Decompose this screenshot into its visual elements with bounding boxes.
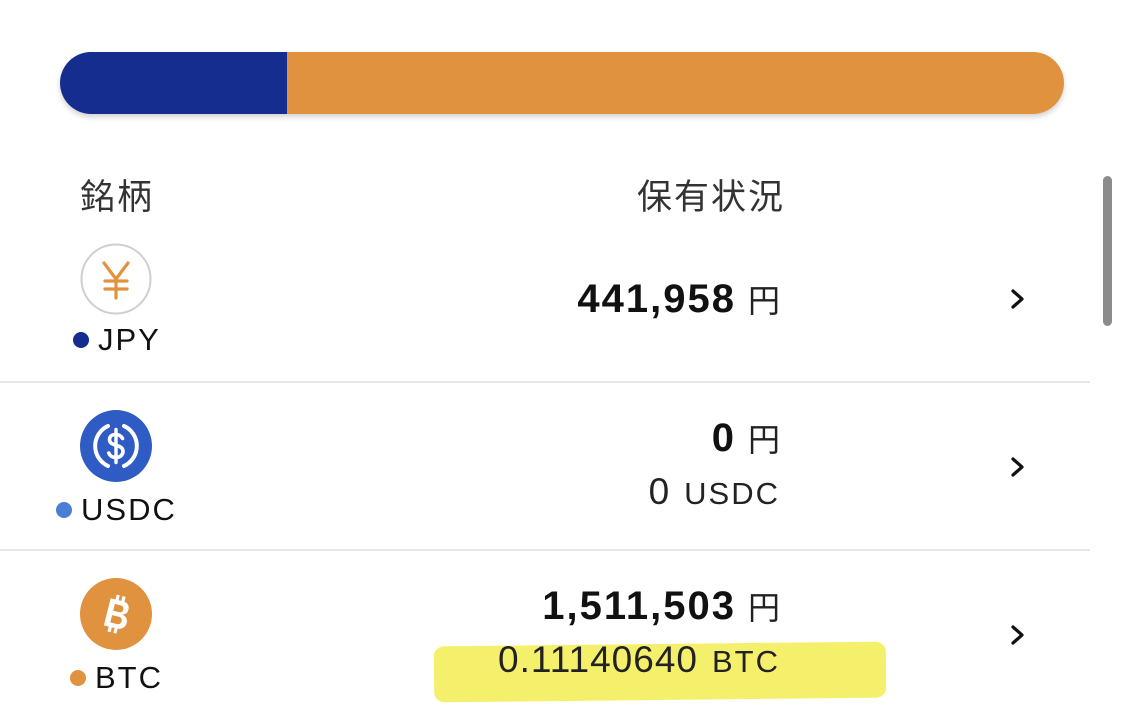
asset-symbol-label: JPY [98, 322, 161, 357]
yen-icon [80, 243, 152, 315]
allocation-bar [60, 52, 1064, 114]
quantity-value: 0.11140640 [498, 639, 698, 680]
legend-dot [70, 670, 86, 686]
jpy-value: 1,511,503 [542, 584, 736, 628]
quantity-value: 0 [648, 471, 671, 512]
bitcoin-icon [80, 578, 152, 650]
asset-symbol-label: BTC [95, 660, 163, 695]
jpy-value: 441,958 [577, 277, 736, 321]
jpy-value-line: 0 円 [712, 415, 780, 461]
jpy-unit: 円 [747, 589, 780, 627]
symbol-column-header: 銘柄 [80, 178, 155, 218]
asset-symbol-usdc: USDC [56, 492, 177, 528]
scrollbar[interactable] [1103, 176, 1112, 326]
jpy-value-line: 1,511,503 円 [542, 583, 780, 629]
usdc-icon [80, 410, 152, 482]
quantity-unit: USDC [684, 476, 780, 511]
allocation-segment-jpy [60, 52, 287, 114]
asset-symbol-jpy: JPY [73, 322, 161, 358]
jpy-unit: 円 [747, 421, 780, 459]
jpy-unit: 円 [747, 282, 780, 320]
asset-symbol-label: USDC [81, 492, 177, 527]
asset-symbol-btc: BTC [70, 660, 163, 696]
legend-dot [73, 332, 89, 348]
allocation-segment-btc [286, 52, 1064, 114]
quantity-unit: BTC [712, 644, 780, 679]
row-divider [0, 381, 1090, 383]
jpy-value-line: 441,958 円 [577, 276, 780, 322]
chevron-right-icon[interactable] [1006, 288, 1028, 310]
holdings-column-header: 保有状況 [637, 178, 786, 218]
jpy-value: 0 [711, 416, 736, 460]
legend-dot [56, 502, 72, 518]
quantity-line: 0.11140640 BTC [498, 639, 780, 681]
chevron-right-icon[interactable] [1006, 624, 1028, 646]
chevron-right-icon[interactable] [1006, 456, 1028, 478]
row-divider [0, 549, 1090, 551]
quantity-line: 0 USDC [649, 471, 780, 513]
